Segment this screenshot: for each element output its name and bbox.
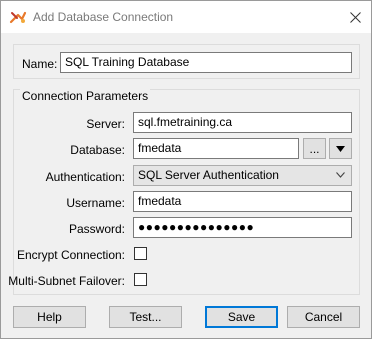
title-bar: Add Database Connection (1, 1, 371, 33)
close-button[interactable] (344, 7, 366, 27)
cancel-button[interactable]: Cancel (287, 306, 360, 328)
fme-workbench-icon (9, 11, 27, 24)
help-button[interactable]: Help (13, 306, 86, 328)
name-field[interactable]: SQL Training Database (60, 52, 352, 73)
connection-parameters-title: Connection Parameters (20, 89, 151, 103)
authentication-label: Authentication: (45, 170, 125, 184)
triangle-down-icon (336, 145, 345, 152)
database-label: Database: (70, 143, 125, 157)
name-group: Name: SQL Training Database (13, 44, 360, 79)
test-button[interactable]: Test... (109, 306, 182, 328)
window-title: Add Database Connection (33, 10, 174, 24)
encrypt-connection-checkbox[interactable] (134, 247, 147, 260)
multi-subnet-failover-label: Multi-Subnet Failover: (8, 274, 125, 288)
browse-database-button[interactable]: ... (303, 138, 326, 159)
add-database-connection-dialog: Add Database Connection Name: SQL Traini… (0, 0, 372, 339)
authentication-value: SQL Server Authentication (138, 168, 279, 182)
database-dropdown-button[interactable] (329, 138, 352, 159)
password-field[interactable]: ●●●●●●●●●●●●●●● (133, 217, 352, 238)
close-icon (349, 11, 361, 23)
username-field[interactable]: fmedata (133, 191, 352, 212)
connection-parameters-group: Connection Parameters Server: sql.fmetra… (8, 89, 360, 295)
server-field[interactable]: sql.fmetraining.ca (133, 112, 352, 133)
save-button[interactable]: Save (205, 306, 278, 328)
name-label: Name: (22, 57, 58, 71)
chevron-down-icon (336, 172, 345, 178)
username-label: Username: (66, 196, 125, 210)
multi-subnet-failover-checkbox[interactable] (134, 273, 147, 286)
server-label: Server: (86, 117, 125, 131)
database-field[interactable]: fmedata (133, 138, 299, 159)
password-label: Password: (68, 222, 125, 236)
authentication-select[interactable]: SQL Server Authentication (133, 165, 352, 186)
encrypt-connection-label: Encrypt Connection: (16, 248, 125, 262)
